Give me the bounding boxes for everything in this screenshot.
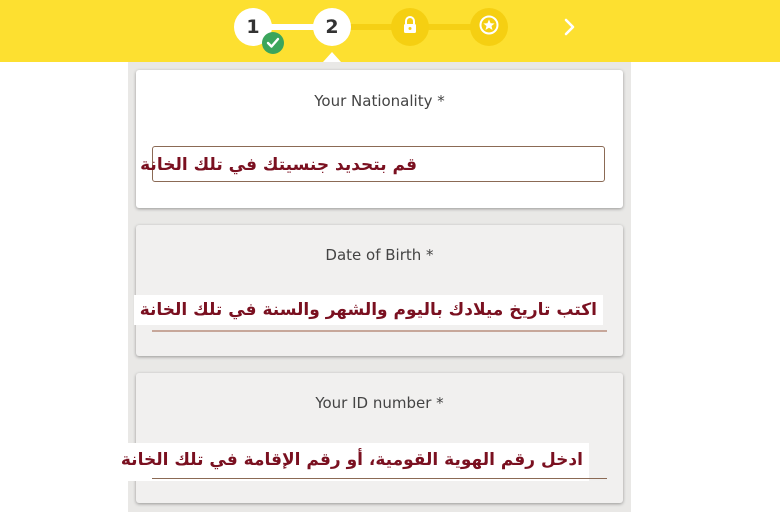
dob-field[interactable] bbox=[152, 330, 607, 332]
nationality-label: Your Nationality * bbox=[314, 92, 445, 110]
nationality-hint: قم بتحديد جنسيتك في تلك الخانة bbox=[140, 155, 417, 175]
step-3-locked bbox=[391, 8, 429, 46]
current-step-pointer bbox=[323, 52, 341, 62]
dob-label: Date of Birth * bbox=[325, 246, 434, 264]
chevron-right-icon[interactable] bbox=[560, 14, 580, 40]
star-icon bbox=[479, 15, 499, 40]
wizard-header: 1 2 bbox=[0, 0, 780, 62]
id-number-hint: ادخل رقم الهوية القومية، أو رقم الإقامة … bbox=[114, 443, 589, 481]
dob-hint: اكتب تاريخ ميلادك باليوم والشهر والسنة ف… bbox=[133, 295, 603, 325]
step-1-number: 1 bbox=[246, 16, 260, 38]
id-number-field[interactable] bbox=[152, 478, 607, 479]
id-number-card: Your ID number * ادخل رقم الهوية القومية… bbox=[114, 373, 623, 503]
step-2[interactable]: 2 bbox=[313, 8, 351, 46]
id-number-label: Your ID number * bbox=[315, 394, 444, 412]
lock-icon bbox=[402, 15, 418, 39]
step-2-number: 2 bbox=[325, 16, 339, 38]
step-4-locked bbox=[470, 8, 508, 46]
dob-card: Date of Birth * اكتب تاريخ ميلادك باليوم… bbox=[133, 225, 623, 356]
nationality-card: Your Nationality * قم بتحديد جنسيتك في ت… bbox=[136, 70, 623, 208]
check-icon bbox=[262, 32, 284, 54]
